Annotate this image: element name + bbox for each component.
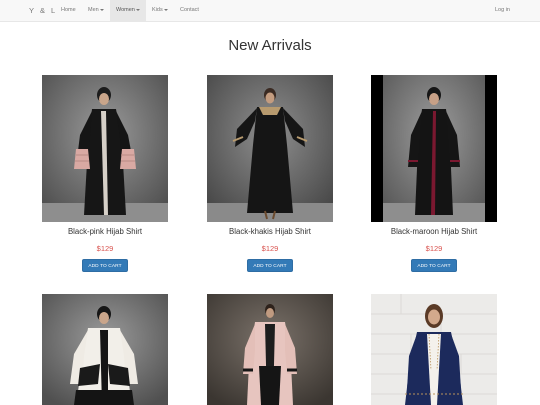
product-price: $129	[96, 244, 114, 253]
add-to-cart-button[interactable]: ADD TO CART	[82, 259, 128, 272]
navbar: Y & L Home Men Women Kids Contact Log in	[0, 0, 540, 22]
nav-item-label: Home	[61, 7, 76, 13]
add-to-cart-button[interactable]: ADD TO CART	[411, 259, 457, 272]
product-image[interactable]	[207, 75, 333, 222]
login-link[interactable]: Log in	[495, 0, 510, 21]
nav-item-women[interactable]: Women	[110, 0, 146, 21]
product-image[interactable]	[371, 294, 497, 405]
chevron-down-icon	[163, 8, 168, 11]
product-price: $129	[425, 244, 443, 253]
nav-item-kids[interactable]: Kids	[146, 0, 174, 21]
product-image[interactable]	[371, 75, 497, 222]
nav-item-label: Contact	[180, 7, 199, 13]
brand-logo[interactable]: Y & L	[29, 0, 57, 22]
page-title: New Arrivals	[228, 37, 312, 54]
nav-item-home[interactable]: Home	[55, 0, 82, 21]
product-image[interactable]	[42, 75, 168, 222]
nav-item-contact[interactable]: Contact	[174, 0, 205, 21]
product-price: $129	[261, 244, 279, 253]
product-name[interactable]: Black-khakis Hijab Shirt	[187, 227, 353, 236]
product-name[interactable]: Black-pink Hijab Shirt	[22, 227, 188, 236]
nav-item-label: Kids	[152, 7, 163, 13]
product-image[interactable]	[207, 294, 333, 405]
product-image[interactable]	[42, 294, 168, 405]
nav-item-label: Men	[88, 7, 99, 13]
chevron-down-icon	[99, 8, 104, 11]
add-to-cart-button[interactable]: ADD TO CART	[247, 259, 293, 272]
chevron-down-icon	[135, 8, 140, 11]
product-name[interactable]: Black-maroon Hijab Shirt	[351, 227, 517, 236]
nav-item-label: Women	[116, 7, 135, 13]
nav-item-men[interactable]: Men	[82, 0, 110, 21]
